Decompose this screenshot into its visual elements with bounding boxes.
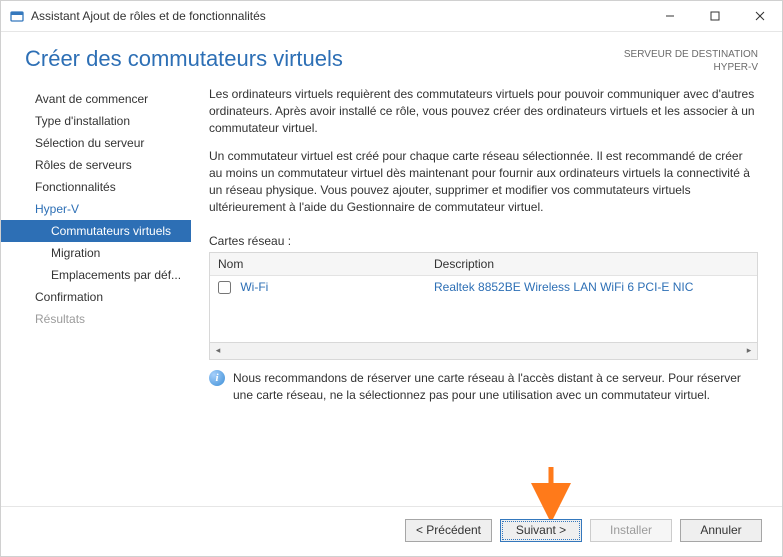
wizard-sidebar: Avant de commencer Type d'installation S… <box>1 84 191 506</box>
info-text: Nous recommandons de réserver une carte … <box>233 370 758 404</box>
nic-table: Nom Description Wi-Fi Realtek 8852BE Wir… <box>209 252 758 343</box>
nav-virtual-switches[interactable]: Commutateurs virtuels <box>1 220 191 242</box>
content-pane: Les ordinateurs virtuels requièrent des … <box>191 84 768 506</box>
destination-server: HYPER-V <box>624 61 758 74</box>
col-name-header[interactable]: Nom <box>210 253 426 276</box>
nic-table-label: Cartes réseau : <box>209 234 758 248</box>
nic-row[interactable]: Wi-Fi Realtek 8852BE Wireless LAN WiFi 6… <box>210 275 757 298</box>
nav-server-roles[interactable]: Rôles de serveurs <box>1 154 191 176</box>
horizontal-scrollbar[interactable]: ◂ ▸ <box>209 343 758 360</box>
window-title: Assistant Ajout de rôles et de fonctionn… <box>31 9 647 23</box>
body: Avant de commencer Type d'installation S… <box>1 84 782 506</box>
footer-buttons: < Précédent Suivant > Installer Annuler <box>1 506 782 556</box>
nav-hyper-v[interactable]: Hyper-V <box>1 198 191 220</box>
nic-description: Realtek 8852BE Wireless LAN WiFi 6 PCI-E… <box>426 275 757 298</box>
nav-features[interactable]: Fonctionnalités <box>1 176 191 198</box>
nav-server-selection[interactable]: Sélection du serveur <box>1 132 191 154</box>
nic-name: Wi-Fi <box>240 280 268 294</box>
col-desc-header[interactable]: Description <box>426 253 757 276</box>
destination-block: SERVEUR DE DESTINATION HYPER-V <box>624 46 758 74</box>
nic-checkbox[interactable] <box>218 281 231 294</box>
info-icon: i <box>209 370 225 386</box>
cancel-button[interactable]: Annuler <box>680 519 762 542</box>
previous-button[interactable]: < Précédent <box>405 519 492 542</box>
nav-installation-type[interactable]: Type d'installation <box>1 110 191 132</box>
next-button[interactable]: Suivant > <box>500 519 582 542</box>
intro-paragraph-2: Un commutateur virtuel est créé pour cha… <box>209 148 758 215</box>
nav-confirmation[interactable]: Confirmation <box>1 286 191 308</box>
app-icon <box>9 8 25 24</box>
install-button: Installer <box>590 519 672 542</box>
table-spacer <box>210 298 757 342</box>
header: Créer des commutateurs virtuels SERVEUR … <box>1 32 782 84</box>
info-note: i Nous recommandons de réserver une cart… <box>209 370 758 404</box>
page-title: Créer des commutateurs virtuels <box>25 46 624 72</box>
nav-before-you-begin[interactable]: Avant de commencer <box>1 88 191 110</box>
nav-migration[interactable]: Migration <box>1 242 191 264</box>
maximize-button[interactable] <box>692 1 737 31</box>
destination-label: SERVEUR DE DESTINATION <box>624 48 758 61</box>
close-button[interactable] <box>737 1 782 31</box>
scroll-right-icon[interactable]: ▸ <box>741 343 757 359</box>
nav-results: Résultats <box>1 308 191 330</box>
wizard-window: Assistant Ajout de rôles et de fonctionn… <box>0 0 783 557</box>
scroll-left-icon[interactable]: ◂ <box>210 343 226 359</box>
titlebar: Assistant Ajout de rôles et de fonctionn… <box>1 1 782 31</box>
nav-default-stores[interactable]: Emplacements par déf... <box>1 264 191 286</box>
minimize-button[interactable] <box>647 1 692 31</box>
intro-paragraph-1: Les ordinateurs virtuels requièrent des … <box>209 86 758 136</box>
window-controls <box>647 1 782 31</box>
